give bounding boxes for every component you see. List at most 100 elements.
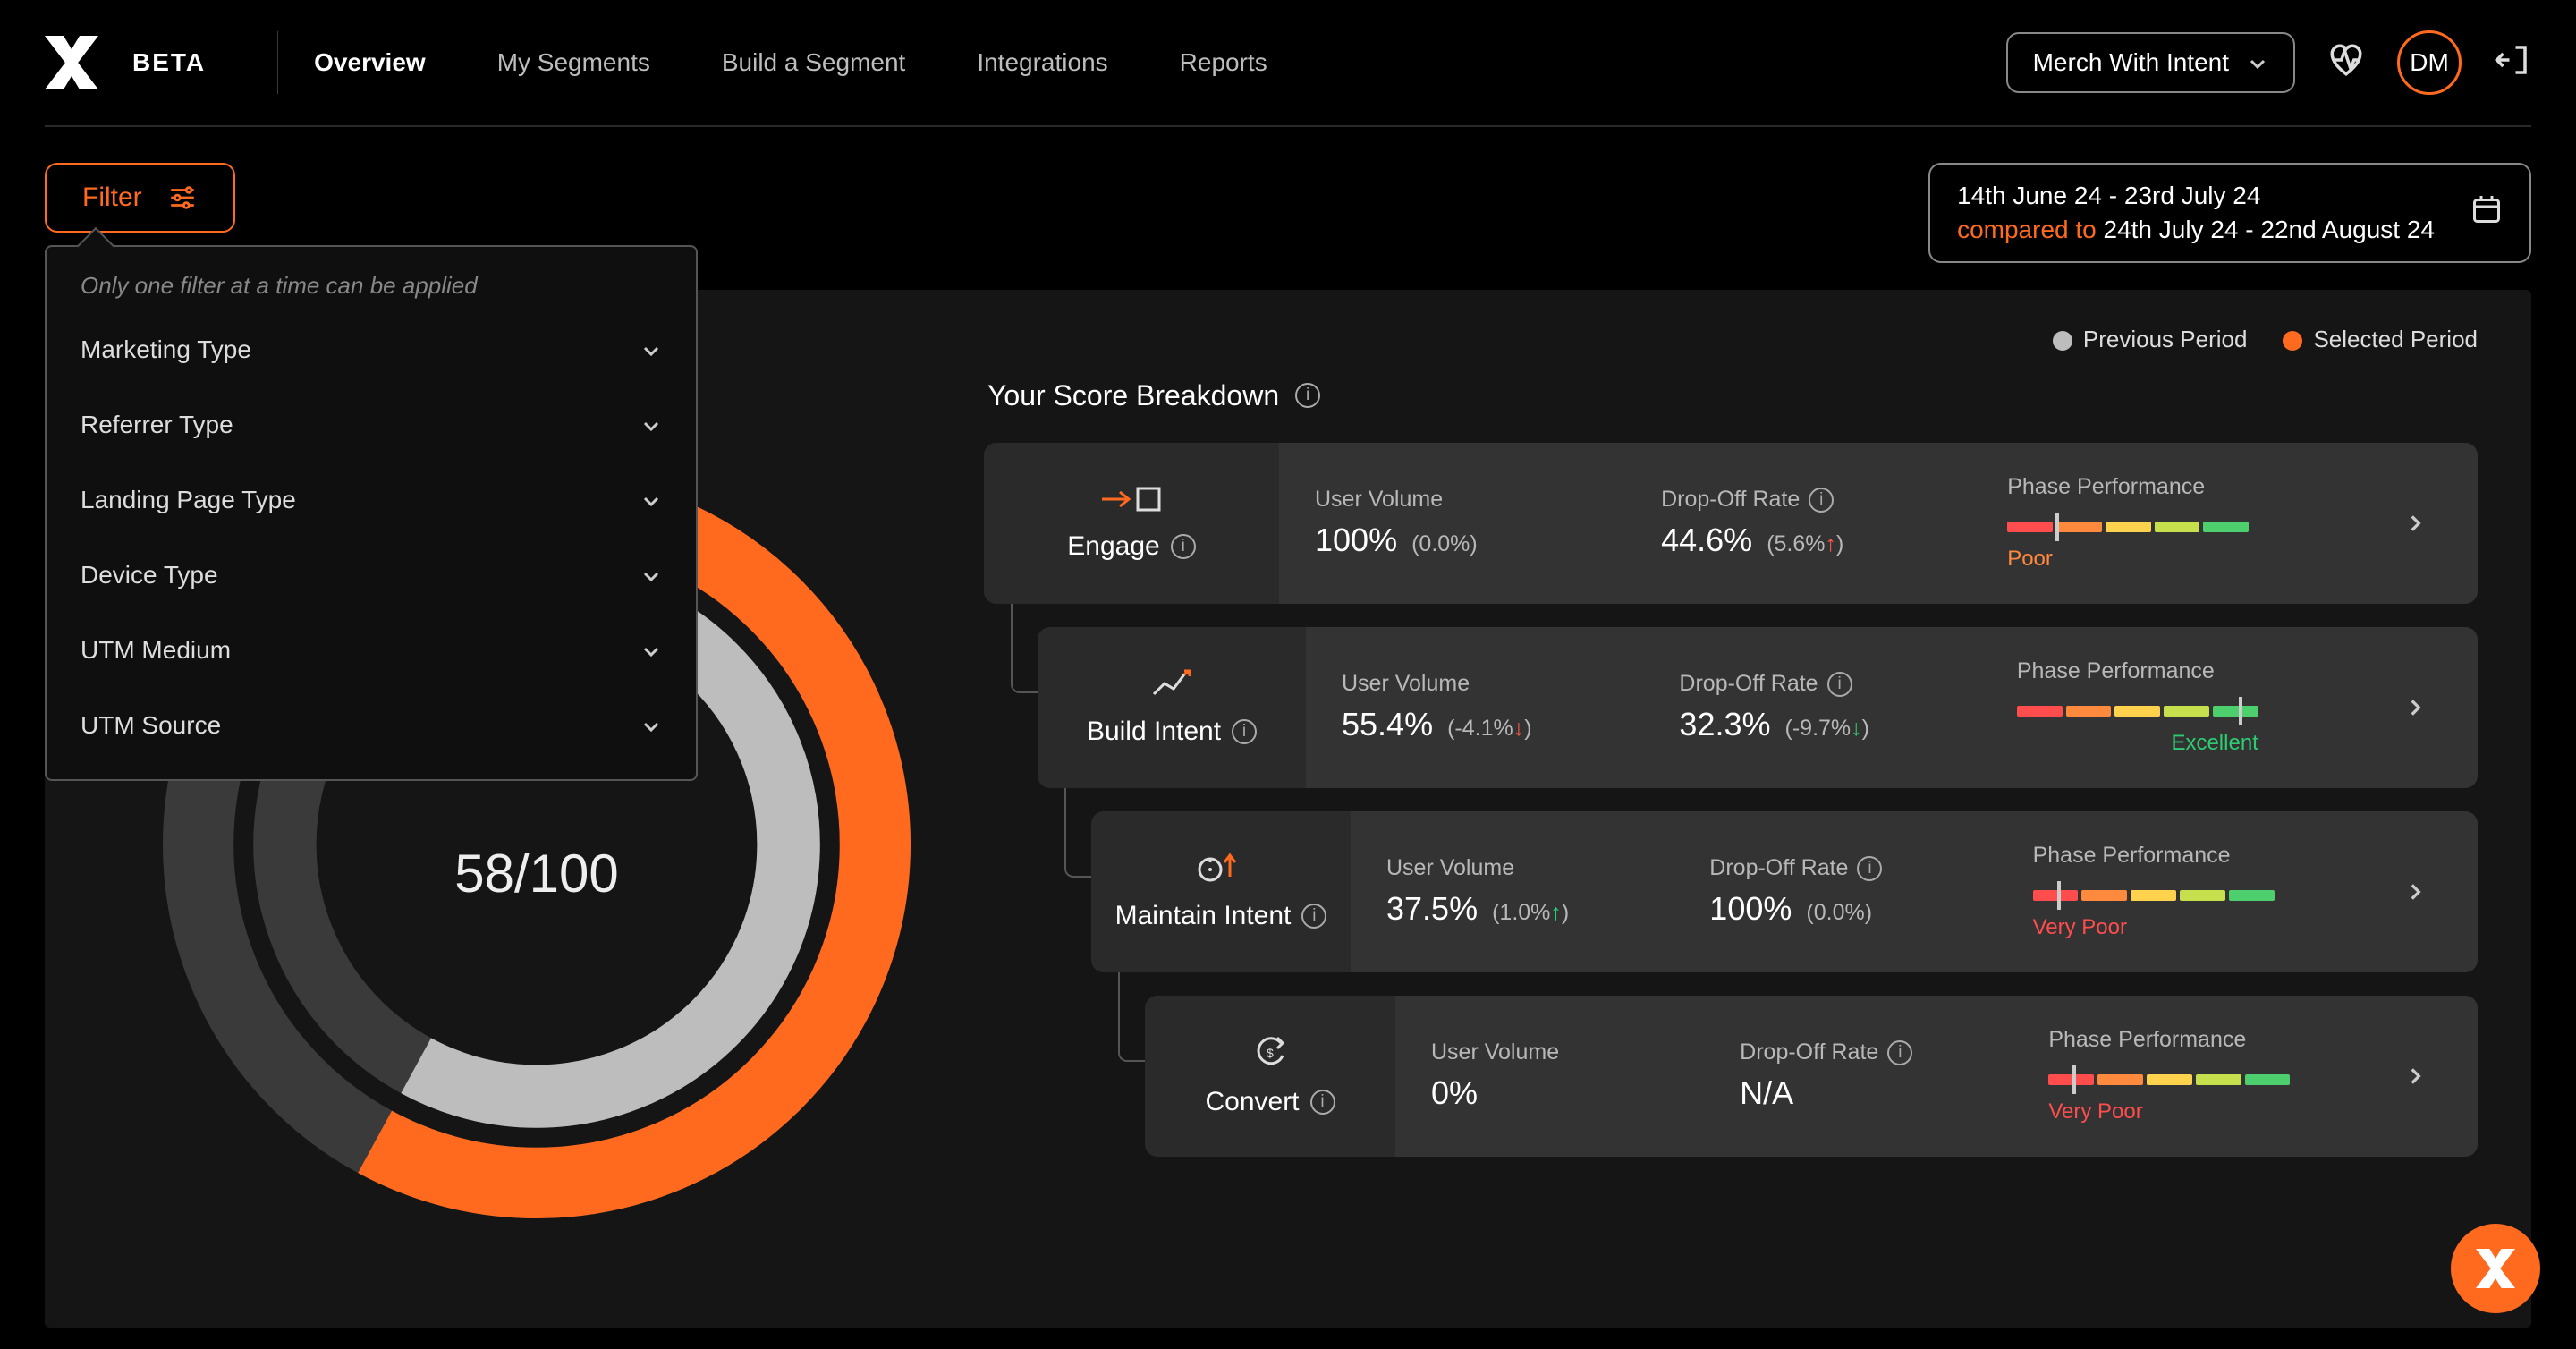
health-icon[interactable] [2327,41,2365,85]
filter-hint: Only one filter at a time can be applied [80,272,662,300]
info-icon[interactable]: i [1301,904,1326,929]
chevron-down-icon [2247,52,2268,73]
info-icon[interactable]: i [1887,1040,1912,1065]
performance-bar [2033,890,2275,901]
nav-integrations[interactable]: Integrations [977,48,1107,77]
performance-label: Excellent [2017,731,2258,756]
phase-list: Engage i User Volume 100% (0.0%) [984,443,2478,1157]
performance-marker [2072,1065,2076,1094]
filter-opt-marketing-type[interactable]: Marketing Type [80,312,662,387]
avatar-initials: DM [2410,48,2449,77]
phase-label-cell: Maintain Intent i [1091,811,1351,972]
help-fab[interactable] [2451,1224,2540,1313]
metric-delta: (-4.1%↓) [1447,716,1531,741]
performance-bar [2048,1074,2290,1085]
phase-name: Maintain Intent [1115,901,1292,931]
user-avatar[interactable]: DM [2397,30,2462,95]
nav-right: Merch With Intent DM [2006,30,2531,95]
filter-opt-label: Landing Page Type [80,486,296,514]
filter-opt-label: UTM Medium [80,636,231,665]
phase-name: Convert [1205,1087,1299,1117]
info-icon[interactable]: i [1310,1090,1335,1115]
tree-line [1118,972,1145,1062]
chevron-down-icon [640,640,662,661]
date-range-compare-line: compared to 24th July 24 - 22nd August 2… [1957,213,2435,247]
performance-bar [2007,522,2249,532]
filter-opt-label: Device Type [80,561,218,590]
filter-opt-device-type[interactable]: Device Type [80,538,662,613]
filter-opt-utm-source[interactable]: UTM Source [80,688,662,763]
top-nav: BETA Overview My Segments Build a Segmen… [0,0,2576,125]
breakdown-title-row: Your Score Breakdown i [987,379,2478,412]
metric-delta: (1.0%↑) [1492,900,1569,925]
metric-label: Phase Performance [2017,658,2388,684]
performance-bar [2017,706,2258,717]
chevron-down-icon [640,339,662,361]
filter-opt-referrer-type[interactable]: Referrer Type [80,387,662,462]
score-breakdown: Your Score Breakdown i Engage [984,379,2478,1238]
metric-phase-performance: Phase Performance Very Poor [2033,843,2388,940]
phase-metrics: User Volume 37.5% (1.0%↑) Drop-Off Rate … [1351,811,2478,972]
workspace-selector[interactable]: Merch With Intent [2006,32,2295,93]
phase-row-build-intent[interactable]: Build Intent i User Volume 55.4% (-4.1%↓… [1038,627,2478,788]
performance-label: Poor [2007,547,2388,572]
workspace-name: Merch With Intent [2033,48,2229,77]
phase-metrics: User Volume 0% Drop-Off Rate i N/A [1395,996,2478,1157]
nav-overview[interactable]: Overview [314,48,426,77]
metric-phase-performance: Phase Performance Very Poor [2048,1027,2388,1124]
phase-row-engage[interactable]: Engage i User Volume 100% (0.0%) [984,443,2478,604]
phase-row-convert[interactable]: $ Convert i User Volume 0% [1145,996,2478,1157]
chevron-right-icon [2388,880,2442,904]
metric-user-volume: User Volume 37.5% (1.0%↑) [1386,855,1709,928]
nav-build-segment[interactable]: Build a Segment [722,48,905,77]
info-icon[interactable]: i [1295,383,1320,408]
tree-line [1064,788,1091,878]
info-icon[interactable]: i [1171,534,1196,559]
filter-opt-label: Marketing Type [80,335,251,364]
metric-label: Phase Performance [2048,1027,2388,1053]
metric-delta: (0.0%) [1806,900,1872,925]
nav-separator [277,31,278,94]
compared-to-label: compared to [1957,216,2097,243]
nav-my-segments[interactable]: My Segments [497,48,650,77]
phase-label-cell: $ Convert i [1145,996,1395,1157]
metric-drop-off: Drop-Off Rate i 44.6% (5.6%↑) [1661,487,2007,559]
chevron-down-icon [640,715,662,736]
breakdown-title: Your Score Breakdown [987,379,1279,412]
chevron-down-icon [640,564,662,586]
filter-button[interactable]: Filter [45,163,235,233]
metric-label: User Volume [1342,671,1679,697]
filter-label: Filter [82,182,142,213]
phase-row-maintain-intent[interactable]: Maintain Intent i User Volume 37.5% (1.0… [1091,811,2478,972]
info-icon[interactable]: i [1857,856,1882,881]
metric-drop-off: Drop-Off Rate i 100% (0.0%) [1709,855,2032,928]
metric-value: 100% (0.0%) [1315,522,1661,559]
nav-reports[interactable]: Reports [1180,48,1267,77]
phase-name: Build Intent [1087,717,1221,747]
metric-drop-off: Drop-Off Rate i N/A [1740,1039,2048,1112]
tree-line [1011,604,1038,693]
convert-icon: $ [1252,1034,1288,1078]
chevron-right-icon [2388,696,2442,719]
info-icon[interactable]: i [1827,672,1852,697]
date-range-compare: 24th July 24 - 22nd August 24 [2104,216,2436,243]
metric-value: 100% (0.0%) [1709,890,2032,928]
info-icon[interactable]: i [1809,488,1834,513]
filter-opt-landing-page-type[interactable]: Landing Page Type [80,462,662,538]
svg-text:$: $ [1267,1046,1274,1060]
logout-icon[interactable] [2494,41,2531,85]
date-range-picker[interactable]: 14th June 24 - 23rd July 24 compared to … [1928,163,2531,263]
info-icon[interactable]: i [1232,719,1257,744]
metric-label: Phase Performance [2007,474,2388,500]
filter-opt-utm-medium[interactable]: UTM Medium [80,613,662,688]
metric-phase-performance: Phase Performance Poor [2007,474,2388,572]
metric-label: User Volume [1315,487,1661,513]
performance-marker [2239,697,2242,725]
metric-delta: (0.0%) [1411,531,1478,556]
chevron-down-icon [640,489,662,511]
phase-label-cell: Build Intent i [1038,627,1306,788]
chevron-right-icon [2388,512,2442,535]
metric-label: Drop-Off Rate i [1661,487,2007,513]
performance-label: Very Poor [2048,1099,2388,1124]
metric-label: Drop-Off Rate i [1709,855,2032,881]
